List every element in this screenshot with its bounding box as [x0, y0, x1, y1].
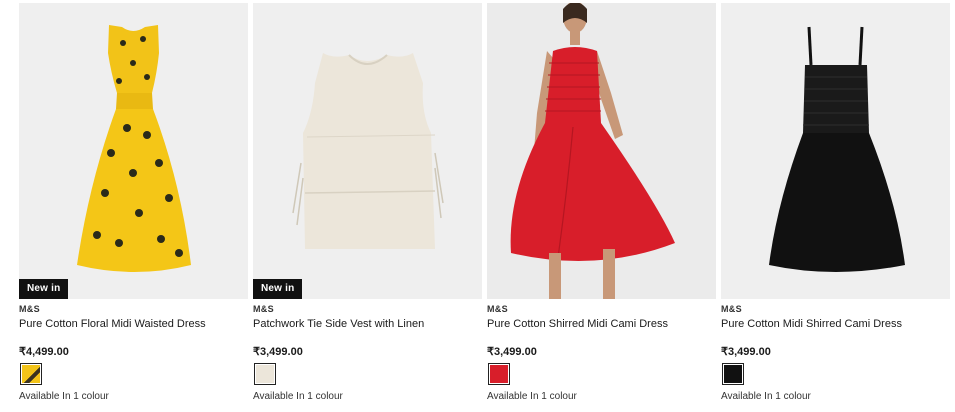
product-image[interactable] — [19, 3, 248, 299]
product-title[interactable]: Pure Cotton Midi Shirred Cami Dress — [721, 318, 902, 330]
availability-text: Available In 1 colour — [253, 391, 343, 402]
product-price: ₹3,499.00 — [721, 346, 771, 358]
product-grid: New in M&S Pure Cotton Floral Midi Waist… — [0, 0, 955, 412]
new-in-badge: New in — [253, 279, 303, 299]
colour-swatch[interactable] — [722, 363, 744, 385]
swatch-fill — [490, 365, 508, 383]
availability-text: Available In 1 colour — [487, 391, 577, 402]
colour-swatch[interactable] — [488, 363, 510, 385]
product-price: ₹3,499.00 — [487, 346, 537, 358]
product-price: ₹4,499.00 — [19, 346, 69, 358]
product-title[interactable]: Patchwork Tie Side Vest with Linen — [253, 318, 424, 330]
product-card[interactable]: New in M&S Pure Cotton Floral Midi Waist… — [19, 3, 248, 408]
product-card[interactable]: New in M&S Patchwork Tie Side Vest with … — [253, 3, 482, 408]
product-brand: M&S — [721, 304, 742, 314]
availability-text: Available In 1 colour — [721, 391, 811, 402]
product-brand: M&S — [19, 304, 40, 314]
product-card[interactable]: M&S Pure Cotton Shirred Midi Cami Dress … — [487, 3, 716, 408]
product-brand: M&S — [253, 304, 274, 314]
colour-swatch[interactable] — [254, 363, 276, 385]
product-image[interactable] — [487, 3, 716, 299]
product-image[interactable] — [253, 3, 482, 299]
colour-swatch[interactable] — [20, 363, 42, 385]
product-price: ₹3,499.00 — [253, 346, 303, 358]
swatch-fill — [22, 365, 40, 383]
product-card[interactable]: M&S Pure Cotton Midi Shirred Cami Dress … — [721, 3, 950, 408]
product-title[interactable]: Pure Cotton Floral Midi Waisted Dress — [19, 318, 206, 330]
product-image[interactable] — [721, 3, 950, 299]
swatch-fill — [256, 365, 274, 383]
new-in-badge: New in — [19, 279, 69, 299]
product-title[interactable]: Pure Cotton Shirred Midi Cami Dress — [487, 318, 668, 330]
availability-text: Available In 1 colour — [19, 391, 109, 402]
swatch-fill — [724, 365, 742, 383]
product-brand: M&S — [487, 304, 508, 314]
